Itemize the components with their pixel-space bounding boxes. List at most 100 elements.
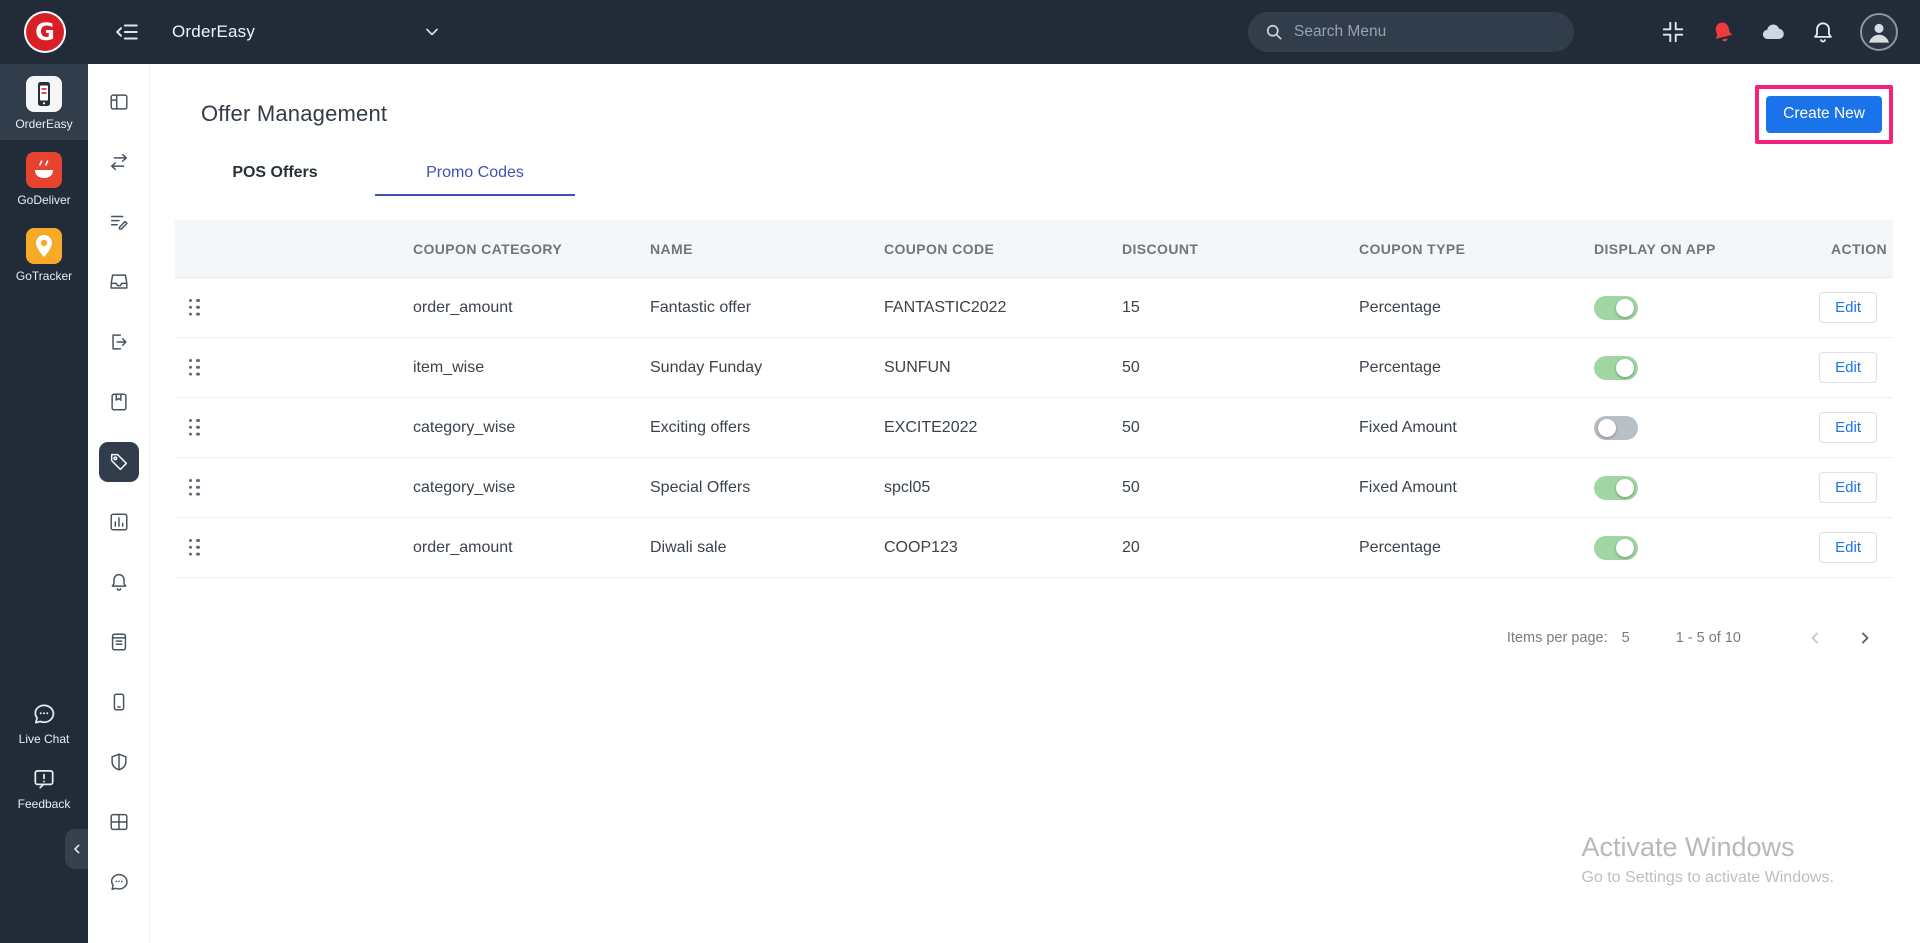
header-name: NAME: [650, 241, 884, 257]
edit-button[interactable]: Edit: [1819, 412, 1877, 443]
live-chat-icon: [31, 701, 57, 727]
drag-indicator-icon: [189, 419, 200, 436]
items-per-page-select[interactable]: Items per page: 5: [1507, 630, 1630, 646]
chevron-left-icon: [1805, 628, 1825, 648]
nav-icon-menu-book[interactable]: [99, 382, 139, 422]
edit-button[interactable]: Edit: [1819, 472, 1877, 503]
table-row: item_wise Sunday Funday SUNFUN 50 Percen…: [175, 338, 1893, 398]
drag-indicator-icon: [189, 359, 200, 376]
edit-button[interactable]: Edit: [1819, 532, 1877, 563]
nav-icon-alerts[interactable]: [99, 562, 139, 602]
cloud-sync-icon[interactable]: [1760, 19, 1786, 45]
next-page-button[interactable]: [1845, 618, 1885, 658]
items-per-page-label: Items per page:: [1507, 630, 1608, 646]
sidebar-item-label: GoDeliver: [17, 194, 70, 207]
table-row: order_amount Diwali sale COOP123 20 Perc…: [175, 518, 1893, 578]
cell-discount: 20: [1122, 539, 1359, 557]
header-display-on-app: DISPLAY ON APP: [1594, 241, 1790, 257]
chevron-left-icon: [69, 841, 85, 857]
pagination: Items per page: 5 1 - 5 of 10: [175, 618, 1893, 658]
cell-coupon-type: Fixed Amount: [1359, 479, 1594, 497]
sidebar-toggle-icon[interactable]: [114, 19, 140, 45]
nav-icon-mobile-app[interactable]: [99, 682, 139, 722]
sidebar-item-label: Live Chat: [19, 732, 70, 746]
search-bar[interactable]: [1248, 12, 1574, 52]
nav-icon-reports[interactable]: [99, 502, 139, 542]
display-on-app-toggle[interactable]: [1594, 416, 1638, 440]
pagination-range: 1 - 5 of 10: [1676, 630, 1741, 646]
tab-pos-offers[interactable]: POS Offers: [175, 152, 375, 196]
sidebar-collapse-button[interactable]: [65, 829, 88, 869]
sidebar-item-godeliver[interactable]: GoDeliver: [0, 140, 88, 216]
edit-button[interactable]: Edit: [1819, 292, 1877, 323]
profile-icon: [1862, 15, 1896, 49]
create-new-button[interactable]: Create New: [1766, 96, 1882, 133]
nav-icon-logout[interactable]: [99, 322, 139, 362]
cell-coupon-type: Percentage: [1359, 299, 1594, 317]
nav-rail: [88, 64, 150, 943]
sidebar-item-gotracker[interactable]: GoTracker: [0, 216, 88, 292]
ordereasy-app-icon: [26, 76, 62, 112]
drag-handle[interactable]: [175, 359, 413, 376]
nav-icon-dashboard[interactable]: [99, 82, 139, 122]
display-on-app-toggle[interactable]: [1594, 476, 1638, 500]
nav-icon-orders[interactable]: [99, 202, 139, 242]
cell-coupon-category: category_wise: [413, 419, 650, 437]
topbar-actions: [1660, 13, 1898, 51]
chevron-down-icon[interactable]: [422, 22, 442, 42]
app-sidebar: OrderEasy GoDeliver GoTr: [0, 64, 88, 943]
promo-codes-table: COUPON CATEGORY NAME COUPON CODE DISCOUN…: [175, 220, 1893, 578]
notifications-icon[interactable]: [1810, 19, 1836, 45]
nav-icon-security[interactable]: [99, 742, 139, 782]
drag-handle[interactable]: [175, 299, 413, 316]
cell-discount: 15: [1122, 299, 1359, 317]
cell-coupon-code: COOP123: [884, 539, 1122, 557]
tab-promo-codes[interactable]: Promo Codes: [375, 152, 575, 196]
exit-fullscreen-icon[interactable]: [1660, 19, 1686, 45]
search-input[interactable]: [1294, 23, 1558, 41]
header-coupon-code: COUPON CODE: [884, 241, 1122, 257]
page-title: Offer Management: [201, 101, 387, 127]
sidebar-item-feedback[interactable]: Feedback: [0, 756, 88, 821]
sidebar-item-label: OrderEasy: [15, 118, 72, 131]
drag-handle[interactable]: [175, 479, 413, 496]
toggle-knob: [1616, 359, 1634, 377]
edit-button[interactable]: Edit: [1819, 352, 1877, 383]
cell-coupon-category: item_wise: [413, 359, 650, 377]
items-per-page-value: 5: [1622, 630, 1630, 646]
display-on-app-toggle[interactable]: [1594, 356, 1638, 380]
cell-coupon-type: Percentage: [1359, 539, 1594, 557]
sidebar-item-live-chat[interactable]: Live Chat: [0, 691, 88, 756]
nav-icon-transfers[interactable]: [99, 142, 139, 182]
toggle-knob: [1616, 479, 1634, 497]
main-content: Offer Management Create New POS Offers P…: [150, 64, 1920, 943]
table-row: order_amount Fantastic offer FANTASTIC20…: [175, 278, 1893, 338]
tabs: POS Offers Promo Codes: [175, 152, 1893, 196]
app-switcher-label: OrderEasy: [172, 22, 255, 42]
sidebar-item-label: Feedback: [18, 797, 71, 811]
app-switcher[interactable]: OrderEasy: [172, 22, 442, 42]
announcements-icon[interactable]: [1710, 19, 1736, 45]
nav-icon-offers[interactable]: [99, 442, 139, 482]
cell-discount: 50: [1122, 359, 1359, 377]
nav-icon-inbox[interactable]: [99, 262, 139, 302]
drag-indicator-icon: [189, 479, 200, 496]
sidebar-item-ordereasy[interactable]: OrderEasy: [0, 64, 88, 140]
drag-handle[interactable]: [175, 419, 413, 436]
cell-coupon-type: Percentage: [1359, 359, 1594, 377]
toggle-knob: [1616, 299, 1634, 317]
nav-icon-layout[interactable]: [99, 802, 139, 842]
avatar[interactable]: [1860, 13, 1898, 51]
table-row: category_wise Exciting offers EXCITE2022…: [175, 398, 1893, 458]
sidebar-tools: Live Chat Feedback: [0, 691, 88, 821]
previous-page-button[interactable]: [1795, 618, 1835, 658]
cell-name: Special Offers: [650, 479, 884, 497]
drag-indicator-icon: [189, 299, 200, 316]
drag-handle[interactable]: [175, 539, 413, 556]
display-on-app-toggle[interactable]: [1594, 536, 1638, 560]
cell-coupon-category: order_amount: [413, 539, 650, 557]
nav-icon-support-chat[interactable]: [99, 862, 139, 902]
brand-logo: G: [24, 11, 66, 53]
nav-icon-catalog[interactable]: [99, 622, 139, 662]
display-on-app-toggle[interactable]: [1594, 296, 1638, 320]
